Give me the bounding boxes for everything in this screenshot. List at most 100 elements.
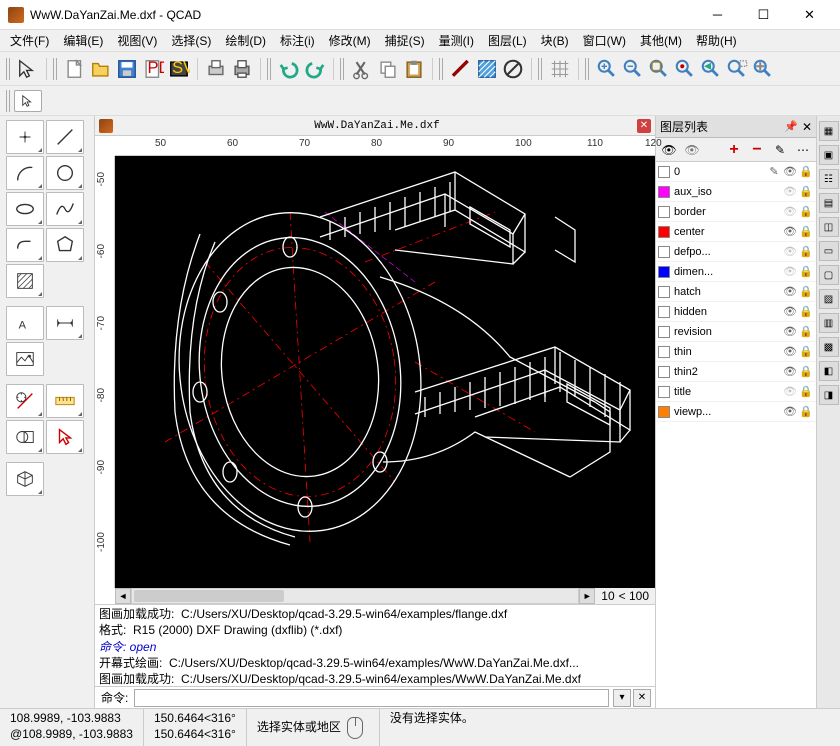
drawing-canvas[interactable] [115,156,655,588]
add-layer-button[interactable]: + [723,140,745,160]
eye-icon[interactable]: 👁 [782,205,798,218]
layer-row[interactable]: dimen...👁🔒 [656,262,816,282]
toolbar-grip[interactable] [538,58,544,80]
layer-row[interactable]: title👁🔒 [656,382,816,402]
copy-button[interactable] [376,57,400,81]
menu-help[interactable]: 帮助(H) [690,30,743,51]
tab-other8[interactable]: ◨ [819,385,839,405]
point-tool[interactable] [6,120,44,154]
hatch-tool[interactable] [6,264,44,298]
zoom-extents-button[interactable] [647,57,671,81]
layer-row[interactable]: 0✎👁🔒 [656,162,816,182]
toolbar-grip[interactable] [6,58,12,80]
undo-button[interactable] [277,57,301,81]
tab-other5[interactable]: ▥ [819,313,839,333]
select-tool[interactable] [46,420,84,454]
zoom-out-button[interactable] [621,57,645,81]
menu-block[interactable]: 块(B) [535,30,575,51]
minimize-button[interactable]: ─ [695,1,740,29]
toolbar-grip[interactable] [585,58,591,80]
command-history-button[interactable]: ▾ [613,689,631,707]
tab-other3[interactable]: ▢ [819,265,839,285]
eye-icon[interactable]: 👁 [782,305,798,318]
tab-other7[interactable]: ◧ [819,361,839,381]
menu-view[interactable]: 视图(V) [111,30,163,51]
circle-tool[interactable] [46,156,84,190]
edit-layer-button[interactable]: ✎ [769,140,791,160]
draw-mode-button[interactable] [449,57,473,81]
layer-row[interactable]: center👁🔒 [656,222,816,242]
horizontal-scrollbar[interactable]: ◄ ► 10< 100 [115,588,655,604]
scroll-left-button[interactable]: ◄ [115,588,131,604]
lock-icon[interactable]: 🔒 [798,165,814,178]
tab-library[interactable]: ▤ [819,193,839,213]
text-tool[interactable]: A [6,306,44,340]
scroll-track[interactable] [131,588,579,604]
layer-settings-button[interactable]: ⋯ [792,140,814,160]
new-button[interactable] [63,57,87,81]
back-tool-button[interactable] [14,90,42,112]
menu-layer[interactable]: 图层(L) [482,30,533,51]
tab-other2[interactable]: ▭ [819,241,839,261]
lock-icon[interactable]: 🔒 [798,225,814,238]
layer-list[interactable]: 0✎👁🔒 aux_iso👁🔒 border👁🔒 center👁🔒 defpo..… [656,162,816,708]
hatch-mode-button[interactable] [475,57,499,81]
zoom-in-button[interactable] [595,57,619,81]
line-tool[interactable] [46,120,84,154]
layer-row[interactable]: border👁🔒 [656,202,816,222]
lock-icon[interactable]: 🔒 [798,365,814,378]
spline-tool[interactable] [46,192,84,226]
menu-select[interactable]: 选择(S) [165,30,217,51]
layer-row[interactable]: aux_iso👁🔒 [656,182,816,202]
eye-icon[interactable]: 👁 [782,225,798,238]
tab-layers[interactable]: ▦ [819,121,839,141]
toolbar-grip[interactable] [6,90,12,112]
tab-other6[interactable]: ▩ [819,337,839,357]
layer-row[interactable]: thin👁🔒 [656,342,816,362]
lock-icon[interactable]: 🔒 [798,405,814,418]
menu-annotate[interactable]: 标注(i) [274,30,321,51]
menu-other[interactable]: 其他(M) [634,30,688,51]
measure-tool[interactable] [6,384,44,418]
lock-icon[interactable]: 🔒 [798,205,814,218]
lock-icon[interactable]: 🔒 [798,285,814,298]
toolbar-grip[interactable] [340,58,346,80]
open-button[interactable] [89,57,113,81]
lock-icon[interactable]: 🔒 [798,325,814,338]
zoom-previous-button[interactable] [699,57,723,81]
scroll-right-button[interactable]: ► [579,588,595,604]
tab-other4[interactable]: ▨ [819,289,839,309]
pin-icon[interactable]: 📌 [784,120,798,133]
eye-icon[interactable]: 👁 [782,365,798,378]
eye-icon[interactable]: 👁 [782,405,798,418]
ellipse-tool[interactable] [6,192,44,226]
no-mode-button[interactable] [501,57,525,81]
zoom-window-button[interactable] [725,57,749,81]
arc-tool[interactable] [6,156,44,190]
layer-row[interactable]: thin2👁🔒 [656,362,816,382]
eye-icon[interactable]: 👁 [782,265,798,278]
print-button[interactable] [230,57,254,81]
close-document-button[interactable]: ✕ [637,119,651,133]
ruler-tool[interactable] [46,384,84,418]
eye-icon[interactable]: 👁 [782,285,798,298]
tab-other1[interactable]: ◫ [819,217,839,237]
tab-blocks[interactable]: ▣ [819,145,839,165]
tab-properties[interactable]: ☷ [819,169,839,189]
polyline-tool[interactable] [6,228,44,262]
menu-modify[interactable]: 修改(M) [323,30,377,51]
menu-edit[interactable]: 编辑(E) [57,30,109,51]
lock-icon[interactable]: 🔒 [798,185,814,198]
redo-button[interactable] [303,57,327,81]
toolbar-grip[interactable] [53,58,59,80]
panel-close-button[interactable]: ✕ [802,120,812,134]
layer-row[interactable]: hidden👁🔒 [656,302,816,322]
menu-draw[interactable]: 绘制(D) [219,30,272,51]
menu-file[interactable]: 文件(F) [4,30,55,51]
isometric-tool[interactable] [6,462,44,496]
maximize-button[interactable]: ☐ [741,1,786,29]
eye-icon[interactable]: 👁 [782,245,798,258]
close-button[interactable]: ✕ [787,1,832,29]
pan-button[interactable] [751,57,775,81]
layer-row[interactable]: revision👁🔒 [656,322,816,342]
